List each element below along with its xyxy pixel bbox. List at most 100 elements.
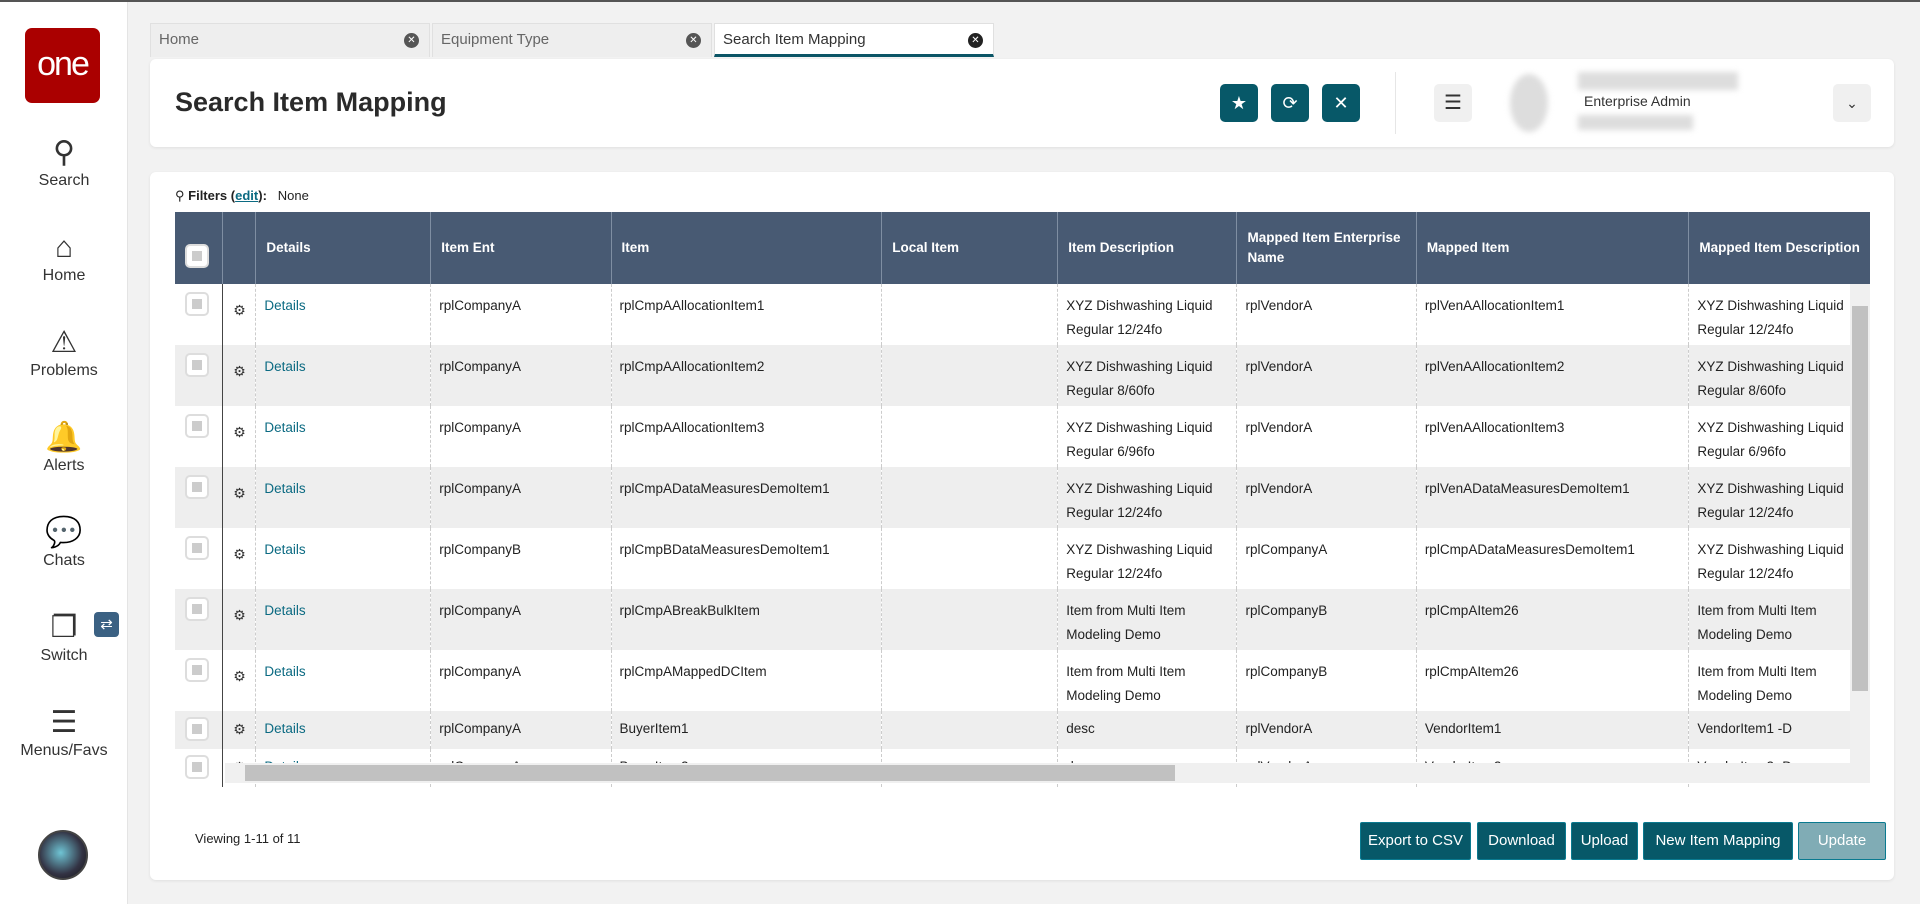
tab-search-item-mapping[interactable]: Search Item Mapping ✕: [714, 23, 994, 57]
item-mapping-icon: ⚙: [222, 467, 256, 528]
item-description-cell: XYZ Dishwashing Liquid Regular 8/60fo: [1057, 345, 1237, 406]
switch-arrows-icon[interactable]: ⇄: [94, 612, 119, 637]
table-row: ⚙ Details rplCompanyA rplCmpABreakBulkItem I…: [175, 589, 1870, 650]
details-link[interactable]: Details: [264, 420, 305, 435]
details-link[interactable]: Details: [264, 298, 305, 313]
row-checkbox[interactable]: [185, 717, 209, 741]
update-button[interactable]: Update: [1798, 822, 1886, 860]
nav-alerts[interactable]: 🔔 Alerts: [0, 419, 128, 475]
row-select-cell: [175, 528, 224, 589]
mapped-item-description-cell: Item from Multi Item Modeling Demo: [1688, 589, 1870, 650]
nav-search[interactable]: ⚲ Search: [0, 134, 128, 190]
upload-button[interactable]: Upload: [1571, 822, 1638, 860]
column-header[interactable]: Item Ent: [430, 212, 612, 284]
item-mapping-icon: ⚙: [233, 668, 246, 684]
filters-bar: ⚲ Filters (edit): None: [175, 188, 309, 203]
details-link[interactable]: Details: [264, 664, 305, 679]
nav-home[interactable]: ⌂ Home: [0, 229, 128, 285]
mapped-item-cell: rplCmpAItem26: [1415, 650, 1689, 711]
close-icon: ✕: [1333, 93, 1349, 113]
filters-label: Filters: [188, 188, 228, 203]
column-header[interactable]: Mapped Item: [1415, 212, 1689, 284]
select-all-checkbox[interactable]: [185, 244, 209, 268]
details-link[interactable]: Details: [264, 603, 305, 618]
row-select-cell: [175, 406, 224, 467]
download-button[interactable]: Download: [1477, 822, 1566, 860]
user-name-redacted: [1578, 72, 1738, 90]
pagination-info: Viewing 1-11 of 11: [195, 831, 301, 846]
local-item-cell: [881, 467, 1058, 528]
tab-home[interactable]: Home ✕: [150, 23, 430, 57]
details-link[interactable]: Details: [264, 359, 305, 374]
item-description-cell: XYZ Dishwashing Liquid Regular 12/24fo: [1057, 467, 1237, 528]
refresh-button[interactable]: ⟳: [1271, 84, 1309, 122]
column-header[interactable]: Item: [610, 212, 882, 284]
column-header[interactable]: Local Item: [881, 212, 1058, 284]
row-checkbox[interactable]: [185, 755, 209, 779]
details-cell: Details: [255, 650, 431, 711]
close-icon[interactable]: ✕: [686, 33, 701, 48]
mapped-item-description-cell: XYZ Dishwashing Liquid Regular 6/96fo: [1688, 406, 1870, 467]
edit-filters-link[interactable]: edit: [235, 188, 258, 203]
item-mapping-icon: ⚙: [233, 546, 246, 562]
row-checkbox[interactable]: [185, 536, 209, 560]
hamburger-menu-button[interactable]: ☰: [1434, 84, 1472, 122]
nav-problems[interactable]: ⚠ Problems: [0, 324, 128, 380]
row-checkbox[interactable]: [185, 292, 209, 316]
horizontal-scrollbar[interactable]: [225, 763, 1870, 783]
home-icon: ⌂: [54, 231, 74, 264]
refresh-icon: ⟳: [1282, 93, 1298, 113]
one-logo[interactable]: one: [25, 28, 100, 103]
nav-chats[interactable]: 💬 Chats: [0, 514, 128, 570]
mapped-item-cell: rplVenAAllocationItem2: [1415, 345, 1689, 406]
user-avatar: [1510, 74, 1548, 132]
item-cell: rplCmpAAllocationItem2: [610, 345, 882, 406]
column-header[interactable]: Mapped Item Enterprise Name: [1236, 212, 1417, 284]
close-icon[interactable]: ✕: [404, 33, 419, 48]
table-row: ⚙ Details rplCompanyA rplCmpAMappedDCItem It…: [175, 650, 1870, 711]
details-cell: Details: [255, 528, 431, 589]
details-link[interactable]: Details: [264, 721, 305, 736]
item-description-cell: Item from Multi Item Modeling Demo: [1057, 589, 1237, 650]
tab-equipment-type[interactable]: Equipment Type ✕: [432, 23, 712, 57]
assistant-avatar[interactable]: [38, 830, 88, 880]
nav-label: Menus/Favs: [20, 742, 108, 759]
column-header[interactable]: Mapped Item Description: [1688, 212, 1870, 284]
row-checkbox[interactable]: [185, 597, 209, 621]
filters-value: None: [277, 188, 309, 203]
column-header[interactable]: Details: [255, 212, 431, 284]
row-checkbox[interactable]: [185, 353, 209, 377]
mapped-item-description-cell: Item from Multi Item Modeling Demo: [1688, 650, 1870, 711]
row-select-cell: [175, 650, 224, 711]
vertical-scrollbar[interactable]: [1850, 284, 1870, 763]
item-ent-cell: rplCompanyA: [430, 650, 612, 711]
user-org-redacted: [1578, 115, 1693, 130]
row-checkbox[interactable]: [185, 658, 209, 682]
mapped-item-enterprise-cell: rplVendorA: [1236, 345, 1417, 406]
details-cell: Details: [255, 284, 431, 345]
scrollbar-thumb[interactable]: [245, 765, 1175, 781]
details-link[interactable]: Details: [264, 481, 305, 496]
tab-label: Home: [159, 31, 200, 48]
table-row: ⚙ Details rplCompanyA rplCmpAAllocationItem…: [175, 345, 1870, 406]
nav-menus-favs[interactable]: ☰ Menus/Favs: [0, 704, 128, 760]
row-select-cell: [175, 467, 224, 528]
item-ent-cell: rplCompanyA: [430, 711, 612, 749]
results-grid: Details Item Ent Item Local Item Item De…: [175, 212, 1870, 800]
mapped-item-cell: rplCmpAItem26: [1415, 589, 1689, 650]
close-icon[interactable]: ✕: [968, 33, 983, 48]
close-page-button[interactable]: ✕: [1322, 84, 1360, 122]
favorite-button[interactable]: ★: [1220, 84, 1258, 122]
scrollbar-thumb[interactable]: [1852, 306, 1868, 691]
item-ent-cell: rplCompanyA: [430, 406, 612, 467]
export-csv-button[interactable]: Export to CSV: [1360, 822, 1471, 860]
new-item-mapping-button[interactable]: New Item Mapping: [1643, 822, 1793, 860]
row-checkbox[interactable]: [185, 475, 209, 499]
row-checkbox[interactable]: [185, 414, 209, 438]
item-ent-cell: rplCompanyA: [430, 589, 612, 650]
column-header[interactable]: Item Description: [1057, 212, 1237, 284]
user-dropdown-button[interactable]: ⌄: [1833, 84, 1871, 122]
details-link[interactable]: Details: [264, 542, 305, 557]
page-title: Search Item Mapping: [175, 87, 447, 117]
local-item-cell: [881, 711, 1058, 749]
